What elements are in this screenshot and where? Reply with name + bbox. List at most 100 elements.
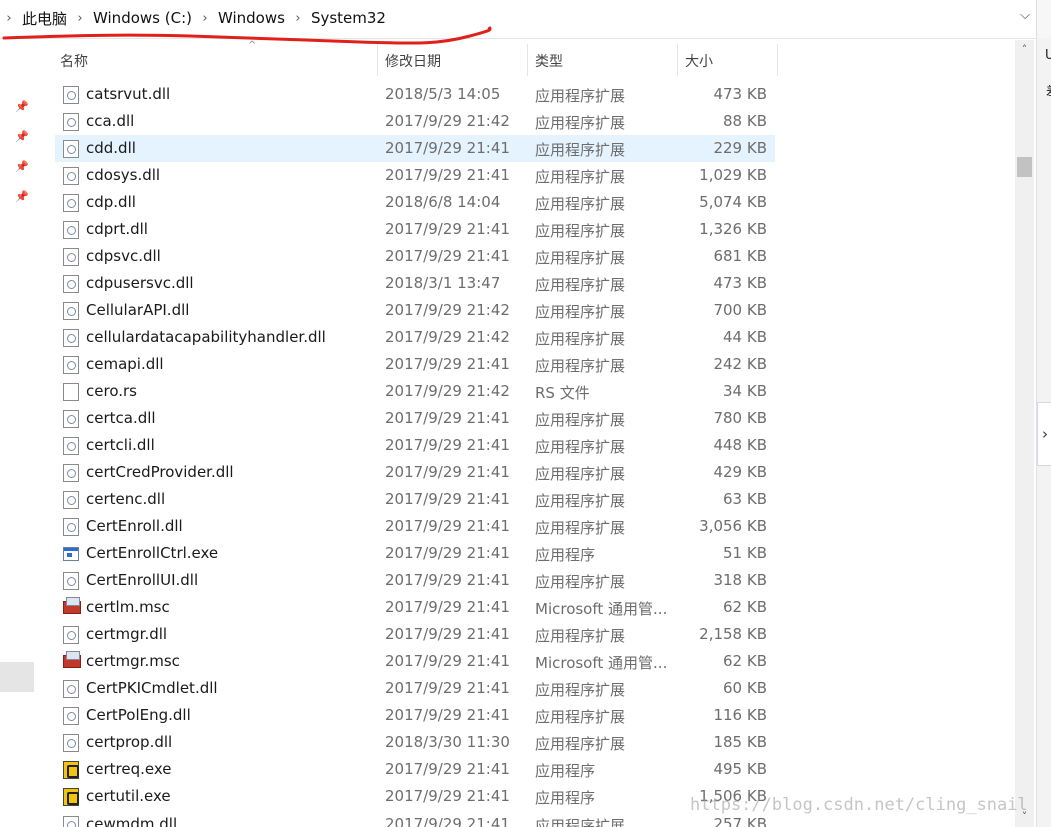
list-item[interactable]: cca.dll 2017/9/29 21:42 应用程序扩展 88 KB [55,108,775,135]
scroll-up-icon[interactable]: ˄ [1015,40,1034,60]
msc-icon [63,597,81,614]
file-type: 应用程序 [535,762,596,780]
file-size: 257 KB [713,815,767,827]
list-item[interactable]: CertEnrollCtrl.exe 2017/9/29 21:41 应用程序 51 … [55,540,775,567]
file-type: 应用程序扩展 [535,438,626,456]
list-item[interactable]: certlm.msc 2017/9/29 21:41 Microsoft 通用管..… [55,594,775,621]
file-date: 2017/9/29 21:41 [385,409,510,427]
address-bar[interactable]: › 此电脑 › Windows (C:) › Windows › System3… [0,0,1036,39]
exe-icon [63,547,79,561]
vertical-scrollbar[interactable]: ˄ ˅ [1015,40,1034,827]
chevron-right-icon[interactable]: › [289,11,307,26]
file-date: 2017/9/29 21:42 [385,112,510,130]
dll-icon [63,518,79,536]
list-item[interactable]: certprop.dll 2018/3/30 11:30 应用程序扩展 185 KB [55,729,775,756]
file-date: 2017/9/29 21:42 [385,382,510,400]
list-item[interactable]: CertPolEng.dll 2017/9/29 21:41 应用程序扩展 116 K… [55,702,775,729]
list-item[interactable]: cellulardatacapabilityhandler.dll 2017/9/… [55,324,775,351]
file-type: 应用程序扩展 [535,735,626,753]
list-item[interactable]: cero.rs 2017/9/29 21:42 RS 文件 34 KB [55,378,775,405]
list-item[interactable]: CellularAPI.dll 2017/9/29 21:42 应用程序扩展 700 … [55,297,775,324]
pin-icon[interactable]: 📌 [15,160,29,174]
file-name: certprop.dll [86,733,173,751]
breadcrumb-item-windows[interactable]: Windows [214,9,289,27]
list-item[interactable]: certmgr.dll 2017/9/29 21:41 应用程序扩展 2,158 KB [55,621,775,648]
list-item[interactable]: certreq.exe 2017/9/29 21:41 应用程序 495 KB [55,756,775,783]
dll-icon [63,437,79,455]
file-name: certmgr.msc [86,652,180,670]
file-size: 62 KB [723,652,767,670]
pin-icon[interactable]: 📌 [15,190,29,204]
list-item-partial [55,70,775,80]
scrollbar-thumb[interactable] [1017,157,1032,177]
dll-icon [63,194,79,212]
breadcrumb-item-this-pc[interactable]: 此电脑 [18,8,71,29]
list-item-partial[interactable]: cewmdm.dll 2017/9/29 21:41 应用程序扩展 257 KB [55,811,775,827]
column-divider[interactable] [777,44,778,76]
file-name: certca.dll [86,409,156,427]
dll-icon [63,734,79,752]
list-item[interactable]: cdpsvc.dll 2017/9/29 21:41 应用程序扩展 681 KB [55,243,775,270]
file-date: 2018/3/1 13:47 [385,274,501,292]
file-size: 1,326 KB [699,220,767,238]
file-date: 2017/9/29 21:42 [385,328,510,346]
dll-icon [63,491,79,509]
breadcrumb-item-system32[interactable]: System32 [307,9,390,27]
file-name: CertPolEng.dll [86,706,191,724]
list-item[interactable]: certmgr.msc 2017/9/29 21:41 Microsoft 通用管.… [55,648,775,675]
file-size: 242 KB [713,355,767,373]
watermark: https://blog.csdn.net/cling_snail [690,795,1028,815]
list-item[interactable]: cdpusersvc.dll 2018/3/1 13:47 应用程序扩展 473 KB [55,270,775,297]
list-item[interactable]: CertPKICmdlet.dll 2017/9/29 21:41 应用程序扩展 60… [55,675,775,702]
chevron-right-icon[interactable]: › [196,11,214,26]
dll-icon [63,248,79,266]
file-name: CertEnrollUI.dll [86,571,199,589]
file-type: 应用程序扩展 [535,249,626,267]
chevron-right-icon[interactable]: › [1037,402,1051,466]
nav-selected-item[interactable] [0,662,34,692]
list-item[interactable]: certutil.exe 2017/9/29 21:41 应用程序 1,506 KB [55,783,775,810]
file-date: 2017/9/29 21:41 [385,436,510,454]
list-item[interactable]: cdprt.dll 2017/9/29 21:41 应用程序扩展 1,326 KB [55,216,775,243]
file-date: 2018/5/3 14:05 [385,85,501,103]
list-item[interactable]: certCredProvider.dll 2017/9/29 21:41 应用程序扩… [55,459,775,486]
file-date: 2017/9/29 21:41 [385,706,510,724]
details-pane-text: 差 [1046,82,1051,99]
list-item[interactable]: cdosys.dll 2017/9/29 21:41 应用程序扩展 1,029 KB [55,162,775,189]
list-item[interactable]: certca.dll 2017/9/29 21:41 应用程序扩展 780 KB [55,405,775,432]
dll-icon [63,86,79,104]
list-item[interactable]: catsrvut.dll 2018/5/3 14:05 应用程序扩展 473 KB [55,81,775,108]
file-type: 应用程序扩展 [535,492,626,510]
msc-icon [63,651,81,668]
pin-icon[interactable]: 📌 [15,130,29,144]
dll-icon [63,410,79,428]
file-name: certenc.dll [86,490,166,508]
file-date: 2017/9/29 21:41 [385,598,510,616]
file-date: 2017/9/29 21:41 [385,247,510,265]
list-item[interactable]: cemapi.dll 2017/9/29 21:41 应用程序扩展 242 KB [55,351,775,378]
file-type: 应用程序扩展 [535,411,626,429]
file-type: 应用程序 [535,546,596,564]
dll-icon [63,302,79,320]
list-item[interactable]: cdp.dll 2018/6/8 14:04 应用程序扩展 5,074 KB [55,189,775,216]
list-item[interactable]: cdd.dll 2017/9/29 21:41 应用程序扩展 229 KB [55,135,775,162]
chevron-right-icon[interactable]: › [71,11,89,26]
file-name: cellulardatacapabilityhandler.dll [86,328,326,346]
breadcrumb-item-drive-c[interactable]: Windows (C:) [89,9,196,27]
file-size: 318 KB [713,571,767,589]
list-item[interactable]: CertEnrollUI.dll 2017/9/29 21:41 应用程序扩展 318… [55,567,775,594]
list-item[interactable]: certcli.dll 2017/9/29 21:41 应用程序扩展 448 KB [55,432,775,459]
list-item[interactable]: CertEnroll.dll 2017/9/29 21:41 应用程序扩展 3,056… [55,513,775,540]
file-type: 应用程序扩展 [535,519,626,537]
file-name: certcli.dll [86,436,155,454]
cert-exe-icon [63,761,79,779]
breadcrumb: › 此电脑 › Windows (C:) › Windows › System3… [0,0,390,36]
file-size: 448 KB [713,436,767,454]
file-date: 2017/9/29 21:41 [385,166,510,184]
list-item[interactable]: certenc.dll 2017/9/29 21:41 应用程序扩展 63 KB [55,486,775,513]
file-name: CellularAPI.dll [86,301,190,319]
pin-icon[interactable]: 📌 [15,100,29,114]
file-icon [63,383,79,401]
chevron-down-icon[interactable]: ⌵ [1016,8,1034,28]
file-size: 2,158 KB [699,625,767,643]
